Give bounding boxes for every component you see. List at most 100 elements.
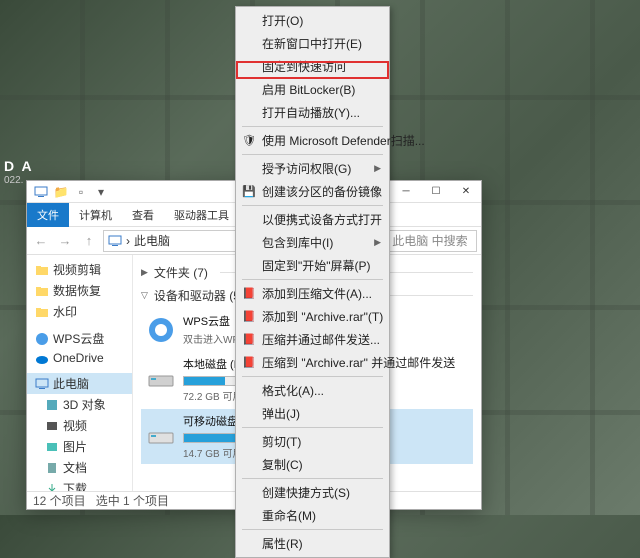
menu-label: 重命名(M) [262,507,316,524]
folder-icon[interactable]: 📁 [53,184,69,200]
menu-label: 使用 Microsoft Defender扫描... [262,132,425,149]
pc-icon [108,234,122,248]
menu-item[interactable]: 📕压缩到 "Archive.rar" 并通过邮件发送 [238,351,387,374]
submenu-arrow-icon: ▶ [374,163,381,174]
menu-item[interactable]: 弹出(J) [238,402,387,425]
props-icon[interactable]: ▫ [73,184,89,200]
back-button[interactable]: ← [31,231,51,251]
menu-label: 添加到压缩文件(A)... [262,285,372,302]
tree-item[interactable]: 数据恢复 [27,280,132,301]
menu-item[interactable]: 📕 添加到 "Archive.rar"(T) [238,305,387,328]
status-selected: 选中 1 个项目 [96,492,169,509]
tree-item[interactable]: 视频剪辑 [27,259,132,280]
tree-item[interactable]: 文档 [27,457,132,478]
menu-item[interactable]: 打开(O) [238,9,387,32]
pc-icon [35,377,49,391]
menu-separator [242,427,383,428]
status-count: 12 个项目 [33,492,86,509]
3d-icon [45,398,59,412]
tree-item[interactable]: 此电脑 [27,373,132,394]
tab-drivetools[interactable]: 驱动器工具 [164,203,239,227]
folder-icon [35,284,49,298]
usb-icon [147,423,175,451]
tab-file[interactable]: 文件 [27,203,69,227]
menu-label: 以便携式设备方式打开 [262,211,382,228]
tree-label: 数据恢复 [53,282,101,299]
menu-item[interactable]: 重命名(M) [238,504,387,527]
menu-item[interactable]: 📕压缩并通过邮件发送... [238,328,387,351]
menu-item[interactable]: 格式化(A)... [238,379,387,402]
menu-label: 剪切(T) [262,433,301,450]
menu-item[interactable]: 创建快捷方式(S) [238,481,387,504]
menu-label: 格式化(A)... [262,382,324,399]
tab-computer[interactable]: 计算机 [69,203,122,227]
maximize-button[interactable]: ☐ [421,181,451,203]
group-label: 设备和驱动器 (5) [154,287,244,304]
tree-item[interactable]: 视频 [27,415,132,436]
chevron-down-icon: ▽ [141,290,148,301]
menu-item[interactable]: 属性(R) [238,532,387,555]
menu-item[interactable]: 固定到"开始"屏幕(P) [238,254,387,277]
menu-item[interactable]: 授予访问权限(G)▶ [238,157,387,180]
menu-label: 在新窗口中打开(E) [262,35,362,52]
wps-icon [35,332,49,346]
menu-label: 打开自动播放(Y)... [262,104,360,121]
tree-label: 图片 [63,438,87,455]
tree-label: 3D 对象 [63,396,106,413]
tree-item[interactable]: 下载 [27,478,132,491]
shield-icon: 🛡 [242,134,256,148]
menu-item[interactable]: 🛡使用 Microsoft Defender扫描... [238,129,387,152]
tab-view[interactable]: 查看 [122,203,164,227]
menu-label: 包含到库中(I) [262,234,333,251]
menu-label: 复制(C) [262,456,303,473]
menu-item[interactable]: 启用 BitLocker(B) [238,78,387,101]
tree-label: 视频 [63,417,87,434]
up-button[interactable]: ↑ [79,231,99,251]
menu-item[interactable]: 在新窗口中打开(E) [238,32,387,55]
menu-item[interactable]: 打开自动播放(Y)... [238,101,387,124]
menu-label: 启用 BitLocker(B) [262,81,355,98]
close-button[interactable]: ✕ [451,181,481,203]
nav-tree[interactable]: 视频剪辑数据恢复水印WPS云盘OneDrive此电脑3D 对象视频图片文档下载音… [27,255,133,491]
chevron-right-icon: ▶ [141,267,148,278]
tree-item[interactable]: OneDrive [27,349,132,367]
dropdown-icon[interactable]: ▾ [93,184,109,200]
tree-label: 视频剪辑 [53,261,101,278]
forward-button[interactable]: → [55,231,75,251]
backup-icon: 💾 [242,185,256,199]
desktop-subtext: 022. [4,175,23,186]
desktop-text: D A [4,158,34,174]
menu-item[interactable]: 💾 创建该分区的备份镜像 [238,180,387,203]
menu-label: 属性(R) [262,535,303,552]
menu-label: 创建该分区的备份镜像 [262,183,382,200]
menu-item[interactable]: 以便携式设备方式打开 [238,208,387,231]
tree-label: 此电脑 [53,375,89,392]
rar-icon: 📕 [242,310,256,324]
menu-item[interactable]: 固定到快速访问 [238,55,387,78]
tree-item[interactable]: 图片 [27,436,132,457]
breadcrumb[interactable]: 此电脑 [134,232,170,249]
menu-label: 添加到 "Archive.rar"(T) [262,308,383,325]
folder-icon [35,305,49,319]
menu-label: 打开(O) [262,12,303,29]
group-label: 文件夹 (7) [154,264,208,281]
onedrive-icon [35,351,49,365]
tree-label: OneDrive [53,351,104,365]
rar-icon: 📕 [242,287,256,301]
tree-item[interactable]: 水印 [27,301,132,322]
menu-label: 弹出(J) [262,405,300,422]
rar-icon: 📕 [242,333,256,347]
menu-label: 固定到"开始"屏幕(P) [262,257,371,274]
context-menu: 打开(O) 在新窗口中打开(E) 固定到快速访问启用 BitLocker(B) 打开自… [235,6,390,558]
menu-separator [242,205,383,206]
tree-item[interactable]: WPS云盘 [27,328,132,349]
menu-item[interactable]: 包含到库中(I)▶ [238,231,387,254]
rar-icon: 📕 [242,356,256,370]
menu-item[interactable]: 复制(C) [238,453,387,476]
menu-separator [242,279,383,280]
minimize-button[interactable]: ─ [391,181,421,203]
tree-item[interactable]: 3D 对象 [27,394,132,415]
menu-item[interactable]: 剪切(T) [238,430,387,453]
tree-label: 水印 [53,303,77,320]
menu-item[interactable]: 📕 添加到压缩文件(A)... [238,282,387,305]
